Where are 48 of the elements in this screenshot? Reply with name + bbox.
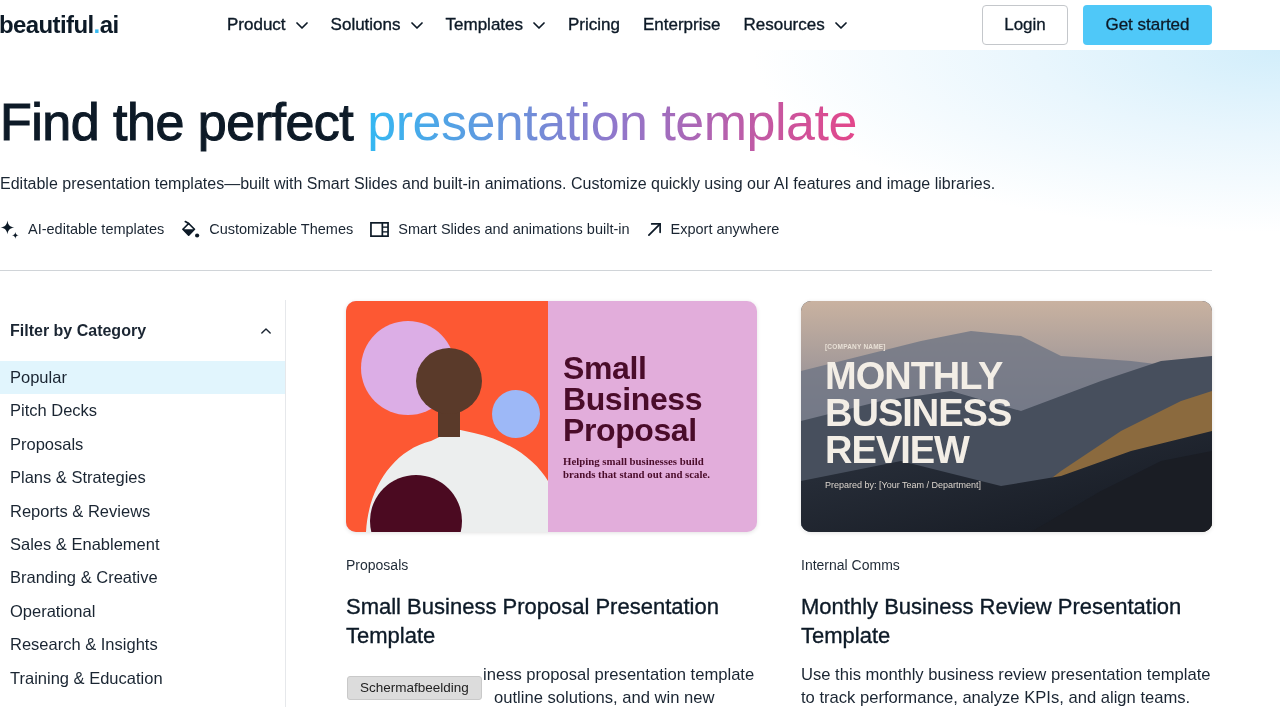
slide-heading: Small Business Proposal [563, 353, 703, 446]
login-button[interactable]: Login [982, 5, 1068, 45]
category-item[interactable]: Plans & Strategies [0, 461, 285, 495]
logo[interactable]: beautiful.ai [0, 11, 227, 39]
feature-label: Smart Slides and animations built-in [398, 221, 630, 237]
category-item[interactable]: Branding & Creative [0, 561, 285, 595]
feature-label: AI-editable templates [28, 221, 165, 237]
category-item[interactable]: Proposals [0, 427, 285, 462]
slide-heading: MONTHLY BUSINESS REVIEW [825, 358, 1012, 469]
nav-link[interactable]: Templates [445, 15, 545, 35]
category-item[interactable]: Operational [0, 594, 285, 629]
template-title[interactable]: Monthly Business Review Presentation Template [801, 592, 1212, 650]
template-description: iness proposal presentation template [483, 664, 755, 686]
nav-link[interactable]: Product [227, 15, 308, 35]
category-item[interactable]: Training & Education [0, 661, 285, 695]
get-started-button[interactable]: Get started [1083, 5, 1212, 45]
category-item[interactable]: Research & Insights [0, 628, 285, 662]
sparkles-icon [0, 219, 19, 239]
arrow-up-right-icon [646, 221, 662, 237]
filter-heading: Filter by Category [10, 321, 147, 340]
template-category: Proposals [346, 556, 410, 574]
template-title[interactable]: Small Business Proposal Presentation Template [346, 592, 757, 650]
template-description: Use this monthly business review presentation template to track performance, analyze KPIs, and align teams. [801, 664, 1212, 707]
panel-layout-icon [370, 219, 390, 239]
category-item[interactable]: Popular [0, 361, 285, 395]
chevron-down-icon[interactable] [533, 21, 545, 29]
decor-circle [492, 390, 540, 438]
template-category: Internal Comms [801, 556, 901, 574]
slide-byline: Prepared by: [Your Team / Department] [825, 480, 982, 490]
page-subtitle: Editable presentation templates—built with Smart Slides and built-in animations. Customize quickly using our AI features and image libraries. [0, 174, 996, 194]
screenshot-label: Schermafbeelding [347, 676, 482, 700]
category-item[interactable]: Pitch Decks [0, 394, 285, 428]
template-thumbnail[interactable]: Small Business Proposal Helping small businesses build brands that stand out and scale. [346, 301, 757, 532]
category-item[interactable]: Reports & Reviews [0, 494, 285, 528]
feature-label: Export anywhere [670, 221, 780, 237]
chevron-down-icon[interactable] [834, 21, 847, 29]
nav-link[interactable]: Pricing [568, 15, 620, 35]
nav-link[interactable]: Enterprise [643, 15, 721, 35]
chevron-down-icon[interactable] [295, 21, 308, 29]
chevron-down-icon[interactable] [410, 21, 423, 29]
feature-label: Customizable Themes [209, 221, 354, 237]
template-description: outline solutions, and win new [494, 687, 715, 707]
category-item[interactable]: Sales & Enablement [0, 527, 285, 562]
nav-link[interactable]: Resources [743, 15, 847, 35]
slide-tagline: Helping small businesses build brands that stand out and scale. [563, 455, 711, 480]
paint-bucket-icon [181, 219, 201, 239]
chevron-up-icon[interactable] [261, 327, 271, 334]
nav-link[interactable]: Solutions [330, 15, 423, 35]
